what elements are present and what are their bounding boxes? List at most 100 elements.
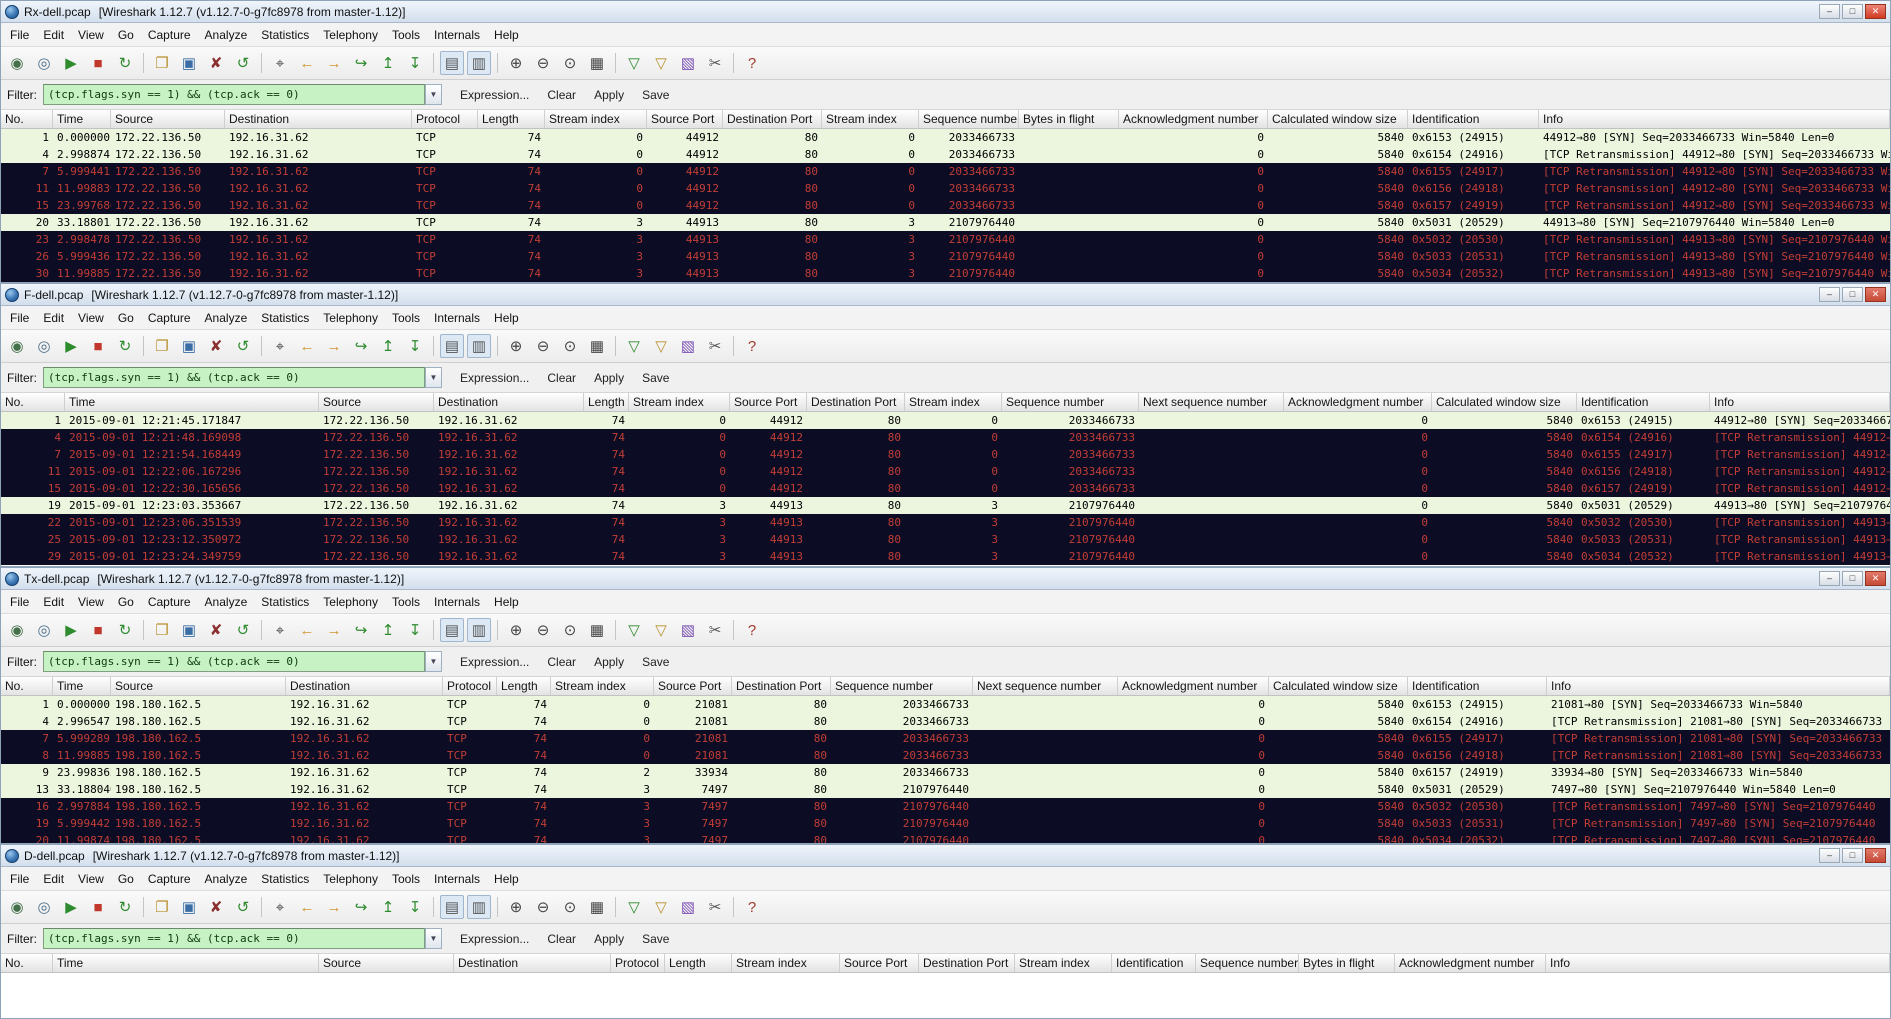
close-button[interactable]: ✕ xyxy=(1865,848,1886,863)
find-packet-icon[interactable]: ⌖ xyxy=(268,51,292,75)
capture-start-icon[interactable]: ▶ xyxy=(59,51,83,75)
menu-go[interactable]: Go xyxy=(111,592,141,612)
find-packet-icon[interactable]: ⌖ xyxy=(268,895,292,919)
save-capture-icon[interactable]: ▣ xyxy=(177,895,201,919)
preferences-icon[interactable]: ✂ xyxy=(703,51,727,75)
zoom-normal-icon[interactable]: ⊙ xyxy=(558,334,582,358)
menu-analyze[interactable]: Analyze xyxy=(198,869,255,889)
packet-row[interactable]: 232.998478172.22.136.50192.16.31.62TCP74… xyxy=(1,231,1890,248)
save-capture-icon[interactable]: ▣ xyxy=(177,334,201,358)
menu-telephony[interactable]: Telephony xyxy=(316,308,385,328)
zoom-out-icon[interactable]: ⊖ xyxy=(531,895,555,919)
list-interfaces-icon[interactable]: ◉ xyxy=(5,51,29,75)
packet-row[interactable]: 1333.188040198.180.162.5192.16.31.62TCP7… xyxy=(1,781,1890,798)
column-header-identification[interactable]: Identification xyxy=(1577,393,1710,411)
column-header-source[interactable]: Source xyxy=(111,110,225,128)
capture-restart-icon[interactable]: ↻ xyxy=(113,618,137,642)
column-header-info[interactable]: Info xyxy=(1547,677,1890,695)
resize-columns-icon[interactable]: ▦ xyxy=(585,334,609,358)
menu-go[interactable]: Go xyxy=(111,25,141,45)
capture-start-icon[interactable]: ▶ xyxy=(59,334,83,358)
packet-row[interactable]: 42.996547198.180.162.5192.16.31.62TCP740… xyxy=(1,713,1890,730)
column-header-destination[interactable]: Destination xyxy=(434,393,584,411)
menu-help[interactable]: Help xyxy=(487,308,526,328)
minimize-button[interactable]: – xyxy=(1819,4,1840,19)
menu-edit[interactable]: Edit xyxy=(36,308,71,328)
menu-view[interactable]: View xyxy=(71,308,111,328)
close-capture-icon[interactable]: ✘ xyxy=(204,51,228,75)
filter-dropdown-button[interactable]: ▼ xyxy=(425,928,442,949)
close-capture-icon[interactable]: ✘ xyxy=(204,895,228,919)
zoom-in-icon[interactable]: ⊕ xyxy=(504,618,528,642)
menu-view[interactable]: View xyxy=(71,25,111,45)
column-header-sequence-number[interactable]: Sequence number xyxy=(1002,393,1139,411)
go-bottom-icon[interactable]: ↧ xyxy=(403,51,427,75)
capture-stop-icon[interactable]: ■ xyxy=(86,334,110,358)
column-header-destination[interactable]: Destination xyxy=(286,677,443,695)
column-header-no-[interactable]: No. xyxy=(1,677,53,695)
packet-row[interactable]: 72015-09-01 12:21:54.168449172.22.136.50… xyxy=(1,446,1890,463)
menu-analyze[interactable]: Analyze xyxy=(198,25,255,45)
column-header-stream-index[interactable]: Stream index xyxy=(551,677,654,695)
titlebar[interactable]: F-dell.pcap[Wireshark 1.12.7 (v1.12.7-0-… xyxy=(1,284,1890,306)
reload-icon[interactable]: ↺ xyxy=(231,618,255,642)
packet-row[interactable]: 10.000000198.180.162.5192.16.31.62TCP740… xyxy=(1,696,1890,713)
packet-row[interactable]: 195.999442198.180.162.5192.16.31.62TCP74… xyxy=(1,815,1890,832)
display-filter-input[interactable] xyxy=(43,367,425,388)
go-to-packet-icon[interactable]: ↪ xyxy=(349,334,373,358)
open-capture-icon[interactable]: ❐ xyxy=(150,618,174,642)
packet-row[interactable]: 75.999441172.22.136.50192.16.31.62TCP740… xyxy=(1,163,1890,180)
menu-telephony[interactable]: Telephony xyxy=(316,25,385,45)
column-header-info[interactable]: Info xyxy=(1710,393,1890,411)
column-header-acknowledgment-number[interactable]: Acknowledgment number xyxy=(1284,393,1432,411)
packet-row[interactable]: 75.999289198.180.162.5192.16.31.62TCP740… xyxy=(1,730,1890,747)
column-header-next-sequence-number[interactable]: Next sequence number xyxy=(973,677,1118,695)
column-header-time[interactable]: Time xyxy=(53,110,111,128)
go-back-icon[interactable]: ← xyxy=(295,618,319,642)
coloring-rules-icon[interactable]: ▧ xyxy=(676,334,700,358)
capture-filter-icon[interactable]: ▽ xyxy=(622,618,646,642)
clear-button[interactable]: Clear xyxy=(539,368,584,388)
column-header-source[interactable]: Source xyxy=(319,954,454,972)
menu-tools[interactable]: Tools xyxy=(385,25,427,45)
display-filter-icon[interactable]: ▽ xyxy=(649,618,673,642)
column-header-calculated-window-size[interactable]: Calculated window size xyxy=(1269,677,1408,695)
menu-tools[interactable]: Tools xyxy=(385,308,427,328)
display-filter-icon[interactable]: ▽ xyxy=(649,334,673,358)
minimize-button[interactable]: – xyxy=(1819,571,1840,586)
preferences-icon[interactable]: ✂ xyxy=(703,618,727,642)
packet-list-toggle[interactable]: ▤ xyxy=(440,51,464,75)
capture-options-icon[interactable]: ◎ xyxy=(32,334,56,358)
open-capture-icon[interactable]: ❐ xyxy=(150,334,174,358)
save-capture-icon[interactable]: ▣ xyxy=(177,618,201,642)
packet-details-toggle[interactable]: ▥ xyxy=(467,895,491,919)
menu-capture[interactable]: Capture xyxy=(141,592,198,612)
filter-dropdown-button[interactable]: ▼ xyxy=(425,84,442,105)
clear-button[interactable]: Clear xyxy=(539,652,584,672)
column-header-destination-port[interactable]: Destination Port xyxy=(807,393,905,411)
go-to-packet-icon[interactable]: ↪ xyxy=(349,618,373,642)
column-header-stream-index[interactable]: Stream index xyxy=(545,110,647,128)
preferences-icon[interactable]: ✂ xyxy=(703,334,727,358)
capture-filter-icon[interactable]: ▽ xyxy=(622,895,646,919)
apply-button[interactable]: Apply xyxy=(586,368,632,388)
capture-filter-icon[interactable]: ▽ xyxy=(622,334,646,358)
expression-button[interactable]: Expression... xyxy=(452,929,537,949)
column-header-no-[interactable]: No. xyxy=(1,393,65,411)
titlebar[interactable]: Rx-dell.pcap[Wireshark 1.12.7 (v1.12.7-0… xyxy=(1,1,1890,23)
column-header-info[interactable]: Info xyxy=(1539,110,1890,128)
column-header-bytes-in-flight[interactable]: Bytes in flight xyxy=(1019,110,1119,128)
packet-row[interactable]: 42015-09-01 12:21:48.169098172.22.136.50… xyxy=(1,429,1890,446)
coloring-rules-icon[interactable]: ▧ xyxy=(676,618,700,642)
display-filter-input[interactable] xyxy=(43,84,425,105)
column-header-length[interactable]: Length xyxy=(478,110,545,128)
menu-go[interactable]: Go xyxy=(111,869,141,889)
zoom-out-icon[interactable]: ⊖ xyxy=(531,51,555,75)
packet-list-toggle[interactable]: ▤ xyxy=(440,334,464,358)
column-header-source-port[interactable]: Source Port xyxy=(647,110,723,128)
zoom-normal-icon[interactable]: ⊙ xyxy=(558,51,582,75)
capture-options-icon[interactable]: ◎ xyxy=(32,51,56,75)
packet-row[interactable]: 152015-09-01 12:22:30.165656172.22.136.5… xyxy=(1,480,1890,497)
column-header-stream-index[interactable]: Stream index xyxy=(1015,954,1112,972)
packet-row[interactable]: 222015-09-01 12:23:06.351539172.22.136.5… xyxy=(1,514,1890,531)
